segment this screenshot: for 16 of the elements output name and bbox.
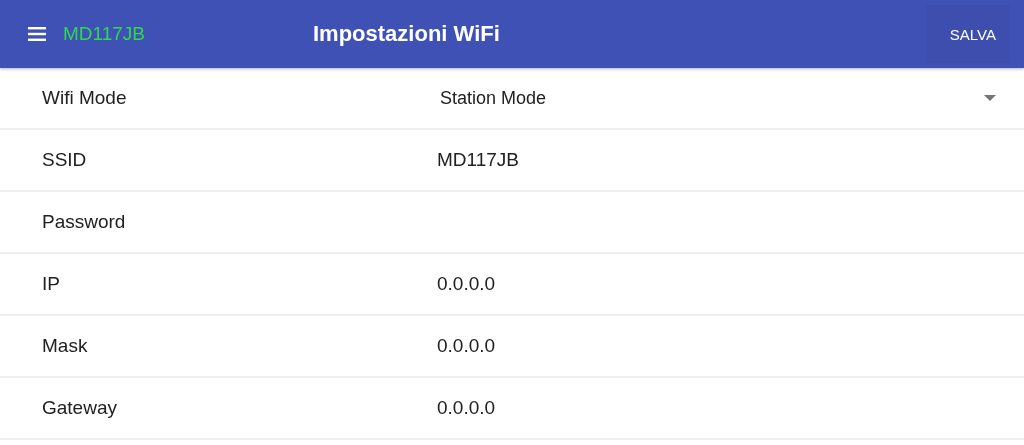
input-field[interactable]: 0.0.0.0 [437, 273, 996, 295]
field-label: Mask [41, 335, 89, 357]
page-title: Impostazioni WiFi [313, 21, 500, 47]
field-label: Wifi Mode [41, 87, 128, 109]
field-label: SSID [41, 149, 88, 171]
field-label: IP [41, 273, 61, 295]
input-field[interactable]: MD117JB [437, 149, 996, 171]
input-field[interactable]: 0.0.0.0 [437, 335, 996, 357]
device-name: MD117JB [63, 23, 146, 45]
field-label: Password [41, 211, 127, 233]
wifi-mode-dropdown[interactable]: Station Mode [440, 87, 996, 109]
field-label: Gateway [41, 397, 118, 419]
save-button[interactable]: SALVA [925, 5, 1010, 63]
input-field[interactable]: 0.0.0.0 [437, 397, 996, 419]
caret-icon [984, 95, 996, 101]
menu-icon[interactable] [28, 27, 46, 41]
